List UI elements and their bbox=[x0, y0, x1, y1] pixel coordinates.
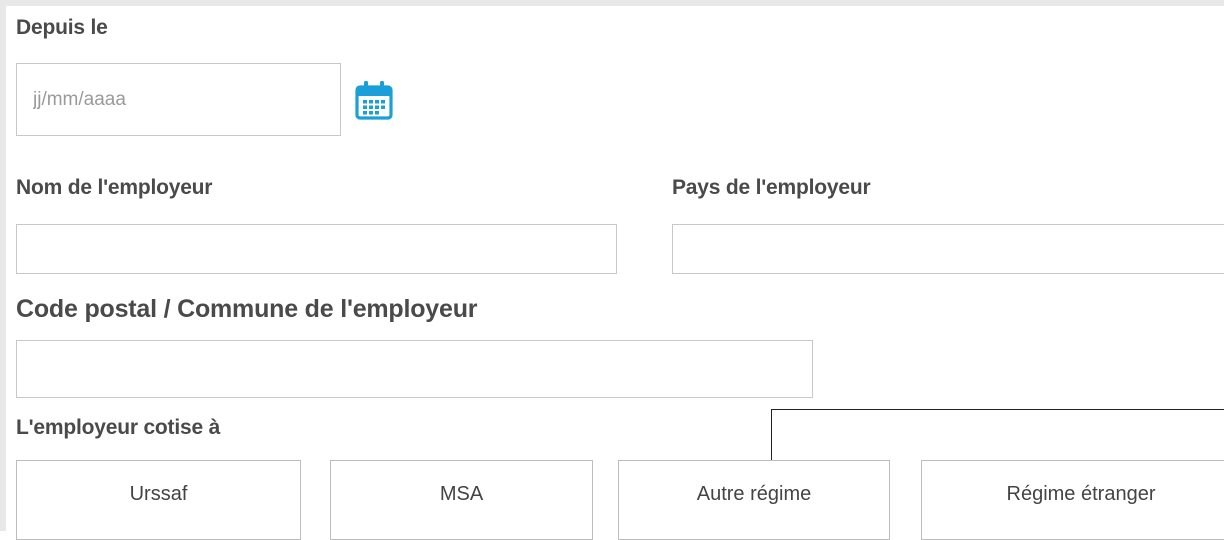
option-autre-regime-button[interactable]: Autre régime bbox=[618, 460, 890, 540]
left-border bbox=[0, 0, 6, 531]
option-msa-button[interactable]: MSA bbox=[330, 460, 593, 540]
employer-name-input[interactable] bbox=[16, 224, 617, 274]
employer-postal-input[interactable] bbox=[16, 340, 813, 398]
option-regime-etranger-button[interactable]: Régime étranger bbox=[921, 460, 1224, 540]
option-urssaf-button[interactable]: Urssaf bbox=[16, 460, 301, 540]
employer-name-label: Nom de l'employeur bbox=[16, 176, 213, 199]
contribution-label: L'employeur cotise à bbox=[16, 416, 221, 439]
employer-postal-label: Code postal / Commune de l'employeur bbox=[16, 295, 478, 323]
since-date-input[interactable] bbox=[16, 63, 341, 136]
employer-country-label: Pays de l'employeur bbox=[672, 176, 871, 199]
employer-country-input[interactable] bbox=[672, 224, 1224, 274]
since-label: Depuis le bbox=[16, 16, 108, 39]
calendar-icon[interactable] bbox=[354, 79, 394, 121]
top-border bbox=[0, 0, 1224, 6]
